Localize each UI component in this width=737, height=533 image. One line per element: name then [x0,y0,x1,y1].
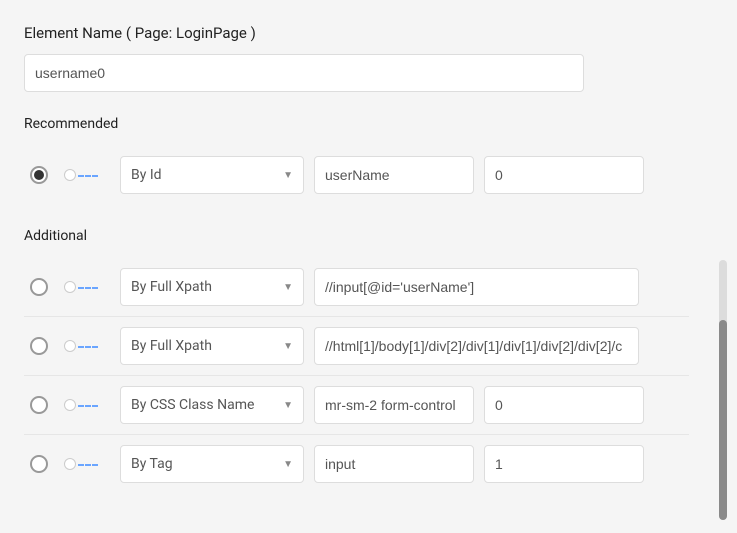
scrollbar-thumb[interactable] [719,320,727,520]
locator-toggle[interactable] [64,280,102,294]
selector-value-input[interactable] [314,268,639,306]
locator-row-recommended: By Id ▼ [24,146,689,204]
locator-row: By Tag ▼ [24,435,689,493]
selector-type-label: By Full Xpath [131,279,212,295]
selector-type-label: By Id [131,167,162,183]
selector-type-dropdown[interactable]: By Tag ▼ [120,445,304,483]
form-container: Element Name ( Page: LoginPage ) Recomme… [0,0,713,533]
selector-type-label: By Full Xpath [131,338,212,354]
locator-row: By Full Xpath ▼ [24,258,689,317]
element-name-input[interactable] [24,54,584,92]
chevron-down-icon: ▼ [283,459,293,470]
selector-value-input[interactable] [314,156,474,194]
locator-radio[interactable] [30,278,48,296]
locator-radio[interactable] [30,396,48,414]
locator-toggle[interactable] [64,168,102,182]
locator-toggle[interactable] [64,398,102,412]
selector-type-dropdown[interactable]: By Id ▼ [120,156,304,194]
scrollbar-track[interactable] [719,260,727,520]
recommended-section-title: Recommended [24,116,689,132]
selector-value-input[interactable] [314,445,474,483]
label-suffix: ) [247,24,256,42]
locator-row: By Full Xpath ▼ [24,317,689,376]
selector-type-label: By CSS Class Name [131,397,254,413]
locator-toggle[interactable] [64,457,102,471]
selector-index-input[interactable] [484,156,644,194]
selector-type-dropdown[interactable]: By Full Xpath ▼ [120,268,304,306]
selector-value-input[interactable] [314,327,639,365]
locator-toggle[interactable] [64,339,102,353]
additional-section-title: Additional [24,228,689,244]
locator-row: By CSS Class Name ▼ [24,376,689,435]
chevron-down-icon: ▼ [283,400,293,411]
locator-radio[interactable] [30,337,48,355]
page-name: LoginPage [176,24,247,42]
selector-type-label: By Tag [131,456,173,472]
chevron-down-icon: ▼ [283,170,293,181]
chevron-down-icon: ▼ [283,341,293,352]
selector-type-dropdown[interactable]: By CSS Class Name ▼ [120,386,304,424]
chevron-down-icon: ▼ [283,282,293,293]
selector-type-dropdown[interactable]: By Full Xpath ▼ [120,327,304,365]
label-prefix: Element Name ( [24,24,135,42]
selector-value-input[interactable] [314,386,474,424]
locator-radio[interactable] [30,455,48,473]
selector-index-input[interactable] [484,386,644,424]
element-name-label: Element Name ( Page: LoginPage ) [24,24,689,42]
page-label: Page: [135,24,176,42]
selector-index-input[interactable] [484,445,644,483]
locator-radio[interactable] [30,166,48,184]
